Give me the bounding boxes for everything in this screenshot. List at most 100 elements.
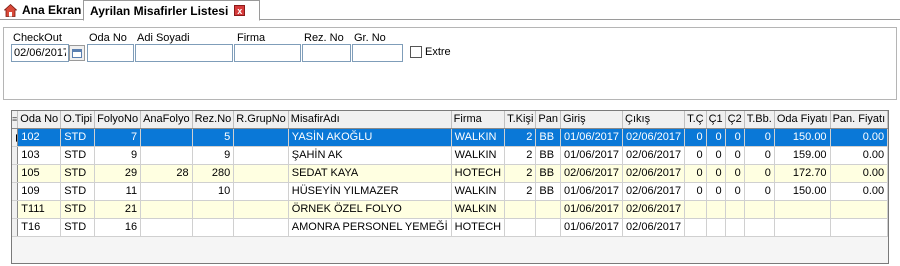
table-cell[interactable]: 0 — [725, 164, 745, 183]
table-cell[interactable] — [535, 200, 561, 219]
table-cell[interactable]: YASİN AKOĞLU — [288, 128, 452, 147]
table-cell[interactable] — [887, 200, 888, 219]
close-tab-icon[interactable]: x — [234, 5, 246, 16]
row-indicator[interactable] — [12, 182, 19, 201]
column-header[interactable]: Giriş — [560, 111, 624, 129]
tab-ayrilan-misafirler[interactable]: Ayrilan Misafirler Listesi x — [83, 0, 260, 21]
table-cell[interactable]: 01/06/2017 — [560, 218, 624, 237]
table-cell[interactable]: 10 — [192, 182, 235, 201]
row-indicator[interactable] — [12, 146, 19, 165]
row-indicator[interactable] — [12, 200, 19, 219]
gr-no-input[interactable] — [352, 44, 403, 62]
table-cell[interactable]: 109 — [17, 182, 62, 201]
table-cell[interactable] — [744, 218, 775, 237]
table-cell[interactable]: 01/06/2017 — [560, 182, 624, 201]
table-cell[interactable]: T111 — [17, 200, 62, 219]
table-cell[interactable] — [774, 218, 831, 237]
adi-soyadi-input[interactable] — [135, 44, 233, 62]
column-header[interactable]: Oda Fiyatı — [774, 111, 831, 129]
table-cell[interactable]: 5 — [192, 128, 235, 147]
column-header[interactable]: AnaFolyo — [140, 111, 193, 129]
table-cell[interactable]: STD — [60, 182, 96, 201]
column-header[interactable]: Pan — [535, 111, 561, 129]
table-cell[interactable]: 02/06/2017 — [622, 218, 686, 237]
table-cell[interactable] — [684, 200, 707, 219]
column-header[interactable]: O.Tipi — [60, 111, 96, 129]
table-cell[interactable]: 0 — [744, 146, 775, 165]
table-cell[interactable]: 01/06/2017 — [560, 128, 624, 147]
row-indicator[interactable] — [12, 218, 19, 237]
table-cell[interactable] — [535, 218, 561, 237]
table-cell[interactable] — [706, 200, 726, 219]
table-cell[interactable]: 0 — [684, 164, 707, 183]
table-cell[interactable]: 28 — [140, 164, 193, 183]
table-cell[interactable] — [504, 200, 537, 219]
column-header[interactable]: T.Kişi — [504, 111, 537, 129]
table-cell[interactable]: TL — [887, 182, 888, 201]
table-row[interactable]: 103 STD 9 9 ŞAHİN AK WALKIN 2 BB 01/06/2017 02/06… — [12, 146, 888, 165]
table-cell[interactable] — [725, 218, 745, 237]
table-cell[interactable] — [830, 200, 888, 219]
table-cell[interactable]: 7 — [94, 128, 142, 147]
table-cell[interactable]: 0 — [744, 164, 775, 183]
table-cell[interactable]: 0 — [684, 128, 707, 147]
table-cell[interactable]: 280 — [192, 164, 235, 183]
table-cell[interactable] — [774, 200, 831, 219]
tab-home[interactable]: Ana Ekran — [0, 0, 83, 20]
table-cell[interactable] — [233, 164, 289, 183]
table-cell[interactable]: 02/06/2017 — [622, 146, 686, 165]
table-cell[interactable]: 172.70 — [774, 164, 831, 183]
table-cell[interactable]: WALKIN — [451, 200, 506, 219]
table-cell[interactable]: 9 — [192, 146, 235, 165]
column-header[interactable]: Pan. Fiyatı — [830, 111, 888, 129]
rez-no-input[interactable] — [302, 44, 351, 62]
table-cell[interactable]: 103 — [17, 146, 62, 165]
table-cell[interactable] — [504, 218, 537, 237]
firma-input[interactable] — [234, 44, 301, 62]
table-cell[interactable]: 9 — [94, 146, 142, 165]
table-cell[interactable]: STD — [60, 200, 96, 219]
extre-checkbox[interactable] — [410, 46, 422, 58]
table-cell[interactable] — [887, 218, 888, 237]
table-cell[interactable]: T16 — [17, 218, 62, 237]
table-cell[interactable]: 0 — [725, 182, 745, 201]
table-cell[interactable]: 150.00 — [774, 128, 831, 147]
table-cell[interactable]: 0 — [684, 146, 707, 165]
table-cell[interactable]: STD — [60, 146, 96, 165]
column-header[interactable]: Ç1 — [706, 111, 726, 129]
table-cell[interactable]: STD — [60, 218, 96, 237]
column-header[interactable]: FolyoNo — [94, 111, 142, 129]
table-cell[interactable] — [233, 128, 289, 147]
table-cell[interactable]: 0.00 — [830, 146, 888, 165]
table-cell[interactable]: 2 — [504, 146, 537, 165]
table-cell[interactable]: 02/06/2017 — [622, 164, 686, 183]
column-header[interactable]: MisafirAdı — [288, 111, 452, 129]
table-cell[interactable] — [192, 200, 235, 219]
table-cell[interactable]: STD — [60, 128, 96, 147]
row-indicator[interactable] — [12, 128, 19, 147]
oda-no-input[interactable] — [87, 44, 134, 62]
table-cell[interactable]: 16 — [94, 218, 142, 237]
table-cell[interactable]: 2 — [504, 182, 537, 201]
table-cell[interactable]: WALKIN — [451, 128, 506, 147]
table-cell[interactable]: BB — [535, 182, 561, 201]
column-header[interactable]: D.Birim — [887, 111, 888, 129]
table-cell[interactable] — [140, 182, 193, 201]
table-cell[interactable]: 0.00 — [830, 128, 888, 147]
column-header[interactable]: Ç2 — [725, 111, 745, 129]
table-row[interactable]: 102 STD 7 5 YASİN AKOĞLU WALKIN 2 BB 01/06/2017 0… — [12, 128, 888, 147]
table-cell[interactable] — [140, 128, 193, 147]
table-cell[interactable]: 0 — [725, 146, 745, 165]
table-cell[interactable]: 02/06/2017 — [560, 164, 624, 183]
table-cell[interactable]: 102 — [17, 128, 62, 147]
table-cell[interactable] — [233, 218, 289, 237]
column-header[interactable]: T.Bb. — [744, 111, 775, 129]
table-row[interactable]: 105 STD 29 28 280 SEDAT KAYA HOTECH 2 BB 02/06/20… — [12, 164, 888, 183]
table-cell[interactable] — [706, 218, 726, 237]
table-cell[interactable]: 0 — [684, 182, 707, 201]
table-cell[interactable]: 0 — [706, 146, 726, 165]
table-cell[interactable]: 0 — [706, 182, 726, 201]
table-cell[interactable]: 0 — [725, 128, 745, 147]
table-cell[interactable]: 0 — [706, 128, 726, 147]
table-cell[interactable]: STD — [60, 164, 96, 183]
